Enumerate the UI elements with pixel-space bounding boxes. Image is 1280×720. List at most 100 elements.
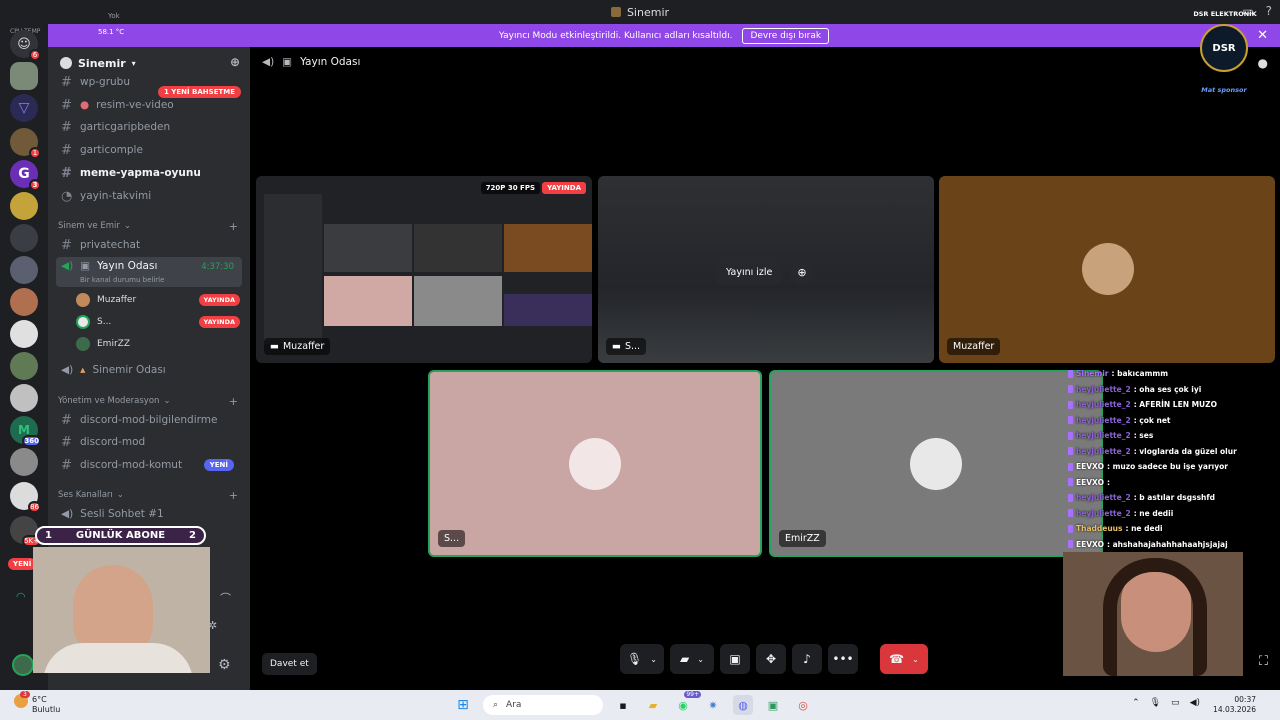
preview-zoom-icon[interactable]: ⊕: [790, 260, 814, 284]
taskbar-search[interactable]: ⌕ Ara: [483, 695, 603, 715]
server-icon[interactable]: [10, 352, 38, 380]
soundboard-button[interactable]: ♪: [792, 644, 822, 674]
chevron-up-icon[interactable]: ⌃: [1132, 698, 1140, 708]
chevron-down-icon: ⌄: [116, 490, 124, 500]
hash-icon: #: [61, 165, 72, 181]
server-icon[interactable]: [10, 62, 38, 90]
chrome-icon[interactable]: ◎: [793, 695, 813, 715]
sub-right: 2: [189, 530, 196, 541]
category-sinem-ve-emir[interactable]: Sinem ve Emir ⌄ +: [58, 220, 238, 233]
add-member-icon[interactable]: ⊕: [230, 55, 240, 69]
server-icon[interactable]: M 360: [10, 416, 41, 447]
voice-user-emirzz[interactable]: EmirZZ: [76, 335, 240, 353]
weather-badge: 3: [20, 691, 30, 698]
voice-user-muzaffer[interactable]: Muzaffer YAYINDA: [76, 291, 240, 309]
add-channel-icon[interactable]: +: [229, 220, 238, 233]
category-yonetim[interactable]: Yönetim ve Moderasyon ⌄ +: [58, 395, 238, 408]
user-avatar[interactable]: [12, 654, 34, 676]
chat-text: : bakıcammm: [1111, 369, 1169, 379]
chevron-down-icon: ⌄: [912, 654, 919, 664]
server-icon[interactable]: [10, 384, 38, 412]
channel-discord-mod-komut[interactable]: # discord-mod-komut YENİ: [56, 455, 242, 475]
server-icon[interactable]: 86: [10, 482, 41, 513]
app-green-icon[interactable]: ▣: [763, 695, 783, 715]
channel-resim-ve-video[interactable]: # ● resim-ve-video: [56, 95, 242, 115]
sponsor-logo: DSR ELEKTRONİK DSR Mat sponsor: [1190, 8, 1260, 98]
channel-discord-mod[interactable]: # discord-mod: [56, 432, 242, 452]
channel-discord-mod-bilgilendirme[interactable]: # discord-mod-bilgilendirme: [56, 410, 242, 430]
server-icon[interactable]: [10, 256, 38, 284]
new-mention-pill[interactable]: 1 YENİ BAHSETME: [158, 86, 242, 98]
channel-privatechat[interactable]: # privatechat: [56, 235, 242, 255]
add-channel-icon[interactable]: +: [229, 395, 238, 408]
chevron-down-icon: ▾: [131, 58, 136, 68]
fullscreen-icon[interactable]: ⛶: [1259, 654, 1268, 669]
mic-button[interactable]: 🎙 ⌄: [620, 644, 664, 674]
network-app-icon[interactable]: ✷: [703, 695, 723, 715]
user-name: EmirZZ: [97, 339, 130, 349]
weather-widget[interactable]: 3: [14, 691, 30, 708]
user-name: Muzaffer: [97, 295, 137, 305]
server-icon[interactable]: [10, 224, 38, 252]
add-channel-icon[interactable]: +: [229, 489, 238, 502]
activities-icon: ✥: [765, 652, 777, 666]
avatar: [76, 315, 90, 329]
tile-label: Muzaffer: [947, 338, 1001, 355]
more-button[interactable]: •••: [828, 644, 858, 674]
discord-taskbar-icon[interactable]: ◍: [733, 695, 753, 715]
invite-button[interactable]: Davet et: [262, 653, 317, 675]
user-tile-s[interactable]: S...: [428, 370, 762, 557]
voice-channel-sesli-sohbet[interactable]: ◀) Sesli Sohbet #1: [56, 504, 242, 524]
microphone-icon[interactable]: 🎙: [1150, 698, 1161, 708]
file-explorer-icon[interactable]: ▰: [643, 695, 663, 715]
sponsor-bottom: Mat sponsor: [1201, 86, 1247, 94]
stream-tile-muzaffer[interactable]: 720P 30 FPS YAYINDA ▬ Muzaffer: [256, 176, 592, 363]
voice-channel-yayin-odasi[interactable]: ◀) ▣ Yayın Odası 4:37:30 Bir kanal durum…: [56, 257, 242, 287]
badge: 360: [22, 435, 41, 447]
category-label: Ses Kanalları: [58, 490, 113, 500]
direct-messages-icon[interactable]: ☺ 6: [10, 30, 41, 61]
window-title: Sinemir: [626, 5, 670, 19]
server-icon[interactable]: 5K+: [10, 516, 41, 547]
share-screen-button[interactable]: ▣: [720, 644, 750, 674]
server-icon[interactable]: G3: [10, 160, 41, 191]
category-ses-kanallari[interactable]: Ses Kanalları ⌄ +: [58, 489, 238, 502]
network-icon[interactable]: ▭: [1171, 698, 1180, 708]
leave-call-button[interactable]: ☎ ⌄: [880, 644, 928, 674]
chat-username: heyjuliette_2: [1076, 384, 1131, 394]
whatsapp-icon[interactable]: ◉ 99+: [673, 691, 701, 715]
taskbar-clock[interactable]: 00:37 14.03.2026: [1213, 695, 1256, 715]
task-view-icon[interactable]: ▪: [613, 695, 633, 715]
user-tile-muzaffer[interactable]: Muzaffer: [939, 176, 1275, 363]
chat-message: heyjuliette_2: ses: [1068, 428, 1278, 444]
channel-meme-yapma-oyunu[interactable]: # meme-yapma-oyunu: [56, 163, 242, 183]
settings-gear-icon[interactable]: ⚙: [218, 657, 231, 673]
user-tile-emirzz[interactable]: EmirZZ: [769, 370, 1103, 557]
server-icon[interactable]: [10, 288, 38, 316]
server-icon[interactable]: [10, 448, 38, 476]
stream-tile-s[interactable]: Yayını izle ⊕ ▬ S...: [598, 176, 934, 363]
volume-icon[interactable]: ◀): [1190, 698, 1200, 708]
channel-garticomple[interactable]: # garticomple: [56, 140, 242, 160]
channel-garticgaripbeden[interactable]: # garticgaripbeden: [56, 117, 242, 137]
server-icon[interactable]: 1: [10, 128, 41, 159]
call-controls: 🎙 ⌄ ▰ ⌄ ▣ ✥ ♪ ••• ☎ ⌄: [620, 644, 928, 674]
server-icon[interactable]: [10, 192, 38, 220]
server-icon[interactable]: ▽: [10, 94, 38, 122]
voice-user-s[interactable]: S... YAYINDA: [76, 313, 240, 331]
channel-label: resim-ve-video: [96, 99, 174, 111]
sponsor-mid: DSR: [1212, 42, 1236, 54]
weather-text[interactable]: 6°C Bulutlu: [32, 695, 60, 715]
channel-status[interactable]: Bir kanal durumu belirle: [80, 276, 164, 284]
camera-button[interactable]: ▰ ⌄: [670, 644, 714, 674]
server-icon[interactable]: [10, 320, 38, 348]
voice-channel-sinemir-odasi[interactable]: ◀) ▴ Sinemir Odası: [56, 360, 242, 380]
avatar: [1082, 243, 1134, 295]
disconnect-icon[interactable]: ⌒: [220, 590, 231, 606]
windows-start-icon[interactable]: ⊞: [453, 695, 473, 715]
channel-yayin-takvimi[interactable]: ◔ yayin-takvimi: [56, 186, 242, 206]
activities-button[interactable]: ✥: [756, 644, 786, 674]
disable-streamer-mode-button[interactable]: Devre dışı bırak: [742, 27, 830, 44]
watch-stream-button[interactable]: Yayını izle: [716, 260, 783, 285]
chat-text: : ahshahajahahhahaahjsjajaj: [1106, 539, 1228, 549]
